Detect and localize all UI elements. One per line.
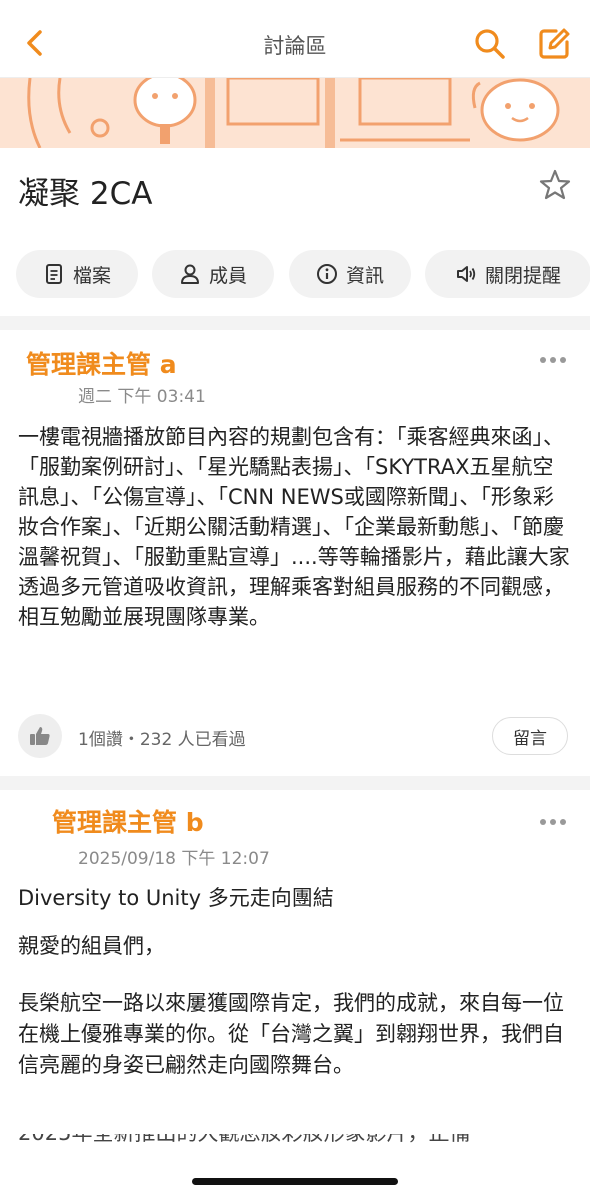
- notification-toggle-chip[interactable]: 關閉提醒: [425, 250, 590, 298]
- post-truncated-text: 2025年全新推出的大觀念妝彩妝形象影片，正備: [18, 1134, 574, 1148]
- notification-label: 關閉提醒: [484, 264, 561, 287]
- post-author: 管理課主管 b: [52, 808, 204, 837]
- section-divider: [0, 776, 590, 790]
- more-dot-icon: [560, 819, 566, 825]
- post-body: 一樓電視牆播放節目內容的規劃包含有：「乘客經典來函」、「服勤案例研討」、「星光驕…: [18, 425, 570, 629]
- person-icon: [180, 264, 199, 284]
- info-chip[interactable]: 資訊: [289, 250, 411, 298]
- more-dot-icon: [560, 357, 566, 363]
- home-indicator: [192, 1178, 398, 1185]
- more-dot-icon: [550, 357, 556, 363]
- post-more-button[interactable]: [540, 815, 570, 829]
- top-bar: 討論區: [0, 0, 590, 78]
- post-timestamp: 2025/09/18 下午 12:07: [78, 849, 270, 869]
- star-icon: [539, 169, 571, 200]
- section-divider: [0, 316, 590, 330]
- compose-button[interactable]: [536, 26, 572, 62]
- info-icon: [316, 264, 337, 284]
- post-timestamp: 週二 下午 03:41: [78, 387, 206, 407]
- post-paragraph: 長榮航空一路以來屢獲國際肯定，我們的成就，來自每一位在機上優雅專業的你。從「台灣…: [18, 991, 564, 1077]
- edit-icon: [539, 28, 570, 59]
- post-greeting: 親愛的組員們，: [18, 934, 165, 958]
- cover-illustration: [27, 78, 560, 148]
- more-dot-icon: [550, 819, 556, 825]
- post-more-button[interactable]: [540, 353, 570, 367]
- more-dot-icon: [540, 819, 546, 825]
- comment-button[interactable]: 留言: [492, 717, 568, 755]
- post-truncated-line: 2025年全新推出的大觀念妝彩妝形象影片，正備: [18, 1134, 574, 1148]
- post-author: 管理課主管 a: [26, 350, 177, 379]
- group-cover-banner: [0, 78, 590, 148]
- group-name: 凝聚 2CA: [18, 176, 153, 212]
- more-dot-icon: [540, 357, 546, 363]
- speaker-icon: [456, 266, 476, 282]
- search-button[interactable]: [472, 26, 508, 62]
- like-button[interactable]: [18, 714, 62, 758]
- info-label: 資訊: [345, 264, 384, 287]
- files-label: 檔案: [72, 264, 111, 287]
- thumbs-up-icon: [30, 727, 50, 745]
- post-title: Diversity to Unity 多元走向團結: [18, 886, 334, 910]
- favorite-button[interactable]: [538, 168, 572, 202]
- post-stats: 1個讚・232 人已看過: [78, 730, 246, 750]
- document-icon: [45, 264, 62, 284]
- files-chip[interactable]: 檔案: [16, 250, 138, 298]
- members-chip[interactable]: 成員: [152, 250, 274, 298]
- members-label: 成員: [208, 264, 247, 287]
- search-icon: [475, 29, 505, 59]
